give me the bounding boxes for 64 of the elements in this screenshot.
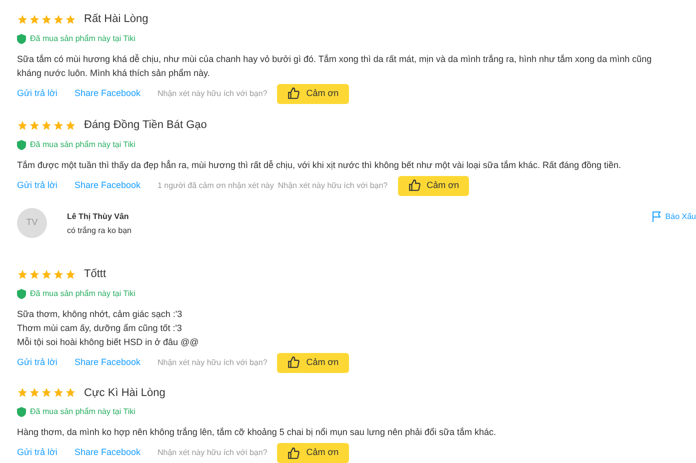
- shield-check-icon: [17, 407, 26, 417]
- shield-check-icon: [17, 140, 26, 150]
- helpful-question: Nhận xét này hữu ích với bạn?: [157, 88, 268, 100]
- helpful-question: Nhận xét này hữu ích với bạn?: [278, 180, 388, 192]
- report-link[interactable]: Báo Xấu: [652, 210, 696, 223]
- star-icon: [17, 268, 28, 280]
- star-icon: [65, 268, 76, 280]
- shield-check-icon: [17, 34, 26, 44]
- reply-link[interactable]: Gửi trả lời: [17, 446, 58, 460]
- thumbs-up-icon: [287, 356, 300, 370]
- star-icon: [53, 14, 64, 25]
- helpful-question: Nhận xét này hữu ích với bạn?: [157, 447, 268, 459]
- star-icon: [41, 387, 52, 398]
- review-text: Thơm mùi cam ấy, dưỡng ẩm cũng tốt :'3: [17, 322, 183, 335]
- review-title: Rất Hài Lòng: [84, 12, 148, 27]
- review-text: Sữa tắm có mùi hương khá dễ chịu, như mùi của chanh hay vỏ bưởi gì đó. Tắm xong thì da rất mát, mịn và da mình trắng ra, hình như tắm xong da mình cũng kháng nước luôn. Mình khá thích sản phẩm này.: [17, 52, 653, 80]
- star-icon: [53, 120, 64, 131]
- avatar: TV: [17, 208, 47, 238]
- share-facebook-link[interactable]: Share Facebook: [74, 356, 140, 370]
- thank-button[interactable]: Cảm ơn: [277, 352, 349, 373]
- shield-check-icon: [17, 288, 26, 299]
- flag-icon: [652, 211, 662, 222]
- review-title: Tốttt: [84, 267, 106, 282]
- star-icon: [17, 14, 28, 25]
- star-icon: [29, 14, 40, 25]
- share-facebook-link[interactable]: Share Facebook: [74, 446, 140, 460]
- star-icon: [29, 268, 40, 280]
- review-text: Hàng thơm, da mình ko hợp nên không trắng lên, tắm cỡ khoảng 5 chai bị nổi mụn sau lưng nên phải đổi sữa tắm khác.: [17, 426, 498, 439]
- star-icon: [17, 120, 28, 131]
- star-icon: [53, 387, 64, 398]
- thumbs-up-icon: [287, 87, 300, 100]
- reply-link[interactable]: Gửi trả lời: [17, 86, 58, 100]
- helpful-question: Nhận xét này hữu ích với bạn?: [157, 356, 268, 369]
- share-facebook-link[interactable]: Share Facebook: [74, 86, 140, 100]
- review-title: Đáng Đồng Tiền Bát Gạo: [84, 118, 207, 134]
- thank-button[interactable]: Cảm ơn: [398, 176, 470, 196]
- thumbs-up-icon: [408, 179, 421, 192]
- star-icon: [53, 268, 64, 280]
- review-text: Mỗi tội soi hoài không biết HSD in ở đâu @@: [17, 336, 200, 349]
- review-text: Tắm được một tuần thì thấy da đẹp hẳn ra, mùi hương thì rất dễ chịu, với khi xịt nước thì không bết như một vài loại sữa tắm khác. Rất đáng đồng tiền.: [17, 158, 622, 172]
- thank-button[interactable]: Cảm ơn: [277, 443, 349, 463]
- verified-purchase-label: Đã mua sản phẩm này tại Tiki: [30, 406, 136, 418]
- reply-link[interactable]: Gửi trả lời: [17, 179, 58, 192]
- star-icon: [41, 14, 52, 25]
- star-icon: [65, 120, 76, 131]
- share-facebook-link[interactable]: Share Facebook: [74, 179, 140, 192]
- reply-link[interactable]: Gửi trả lời: [17, 356, 58, 370]
- review-text: Sữa thơm, không nhớt, cảm giác sạch :'3: [17, 308, 184, 321]
- thumbs-up-icon: [287, 446, 300, 460]
- verified-purchase-label: Đã mua sản phẩm này tại Tiki: [30, 138, 136, 151]
- comment-text: có trắng ra ko bạn: [67, 224, 132, 237]
- star-icon: [65, 387, 76, 398]
- star-icon: [29, 387, 40, 398]
- review-title: Cực Kì Hài Lòng: [84, 386, 166, 400]
- star-icon: [41, 268, 52, 280]
- star-icon: [41, 120, 52, 131]
- thank-button[interactable]: Cảm ơn: [277, 84, 349, 104]
- star-icon: [17, 387, 28, 398]
- thanks-count: 1 người đã cảm ơn nhận xét này: [157, 180, 274, 192]
- verified-purchase-label: Đã mua sản phẩm này tại Tiki: [30, 288, 136, 300]
- star-icon: [65, 14, 76, 25]
- verified-purchase-label: Đã mua sản phẩm này tại Tiki: [30, 32, 136, 44]
- commenter-name: Lê Thị Thùy Vân: [67, 210, 130, 223]
- star-icon: [29, 120, 40, 131]
